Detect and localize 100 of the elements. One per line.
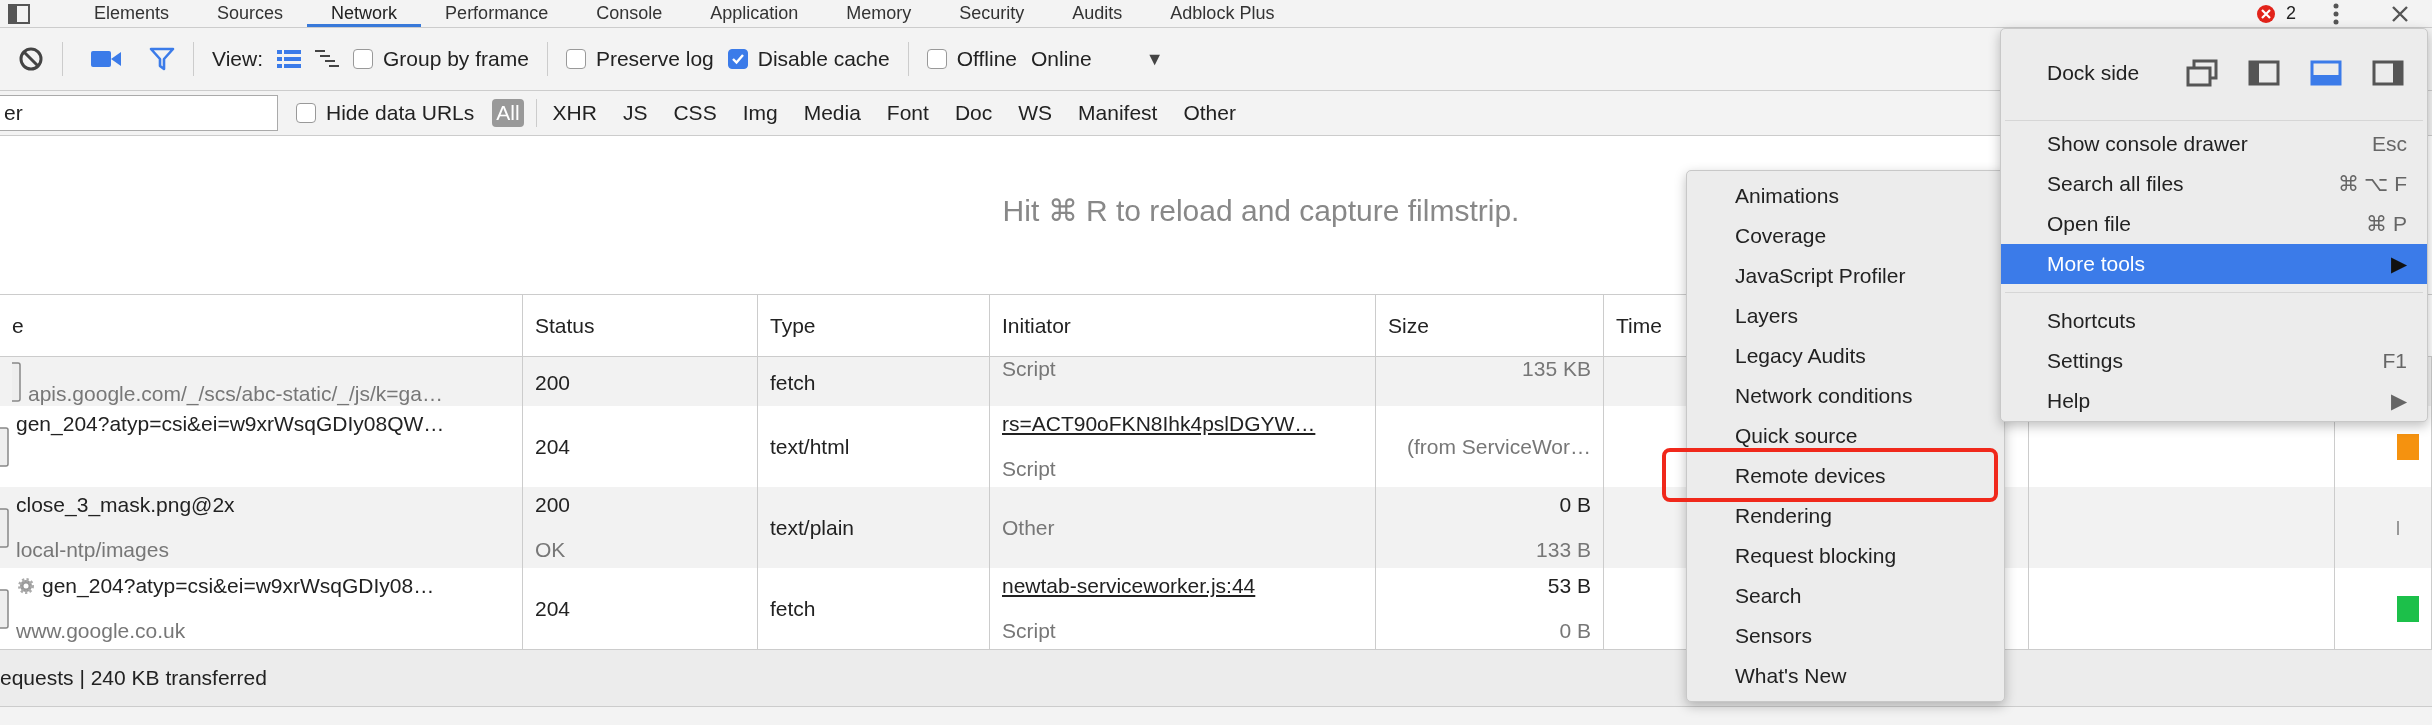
menu-item[interactable]: Remote devices xyxy=(1687,456,2004,496)
request-name[interactable]: gen_204?atyp=csi&ei=w9xrWsqGDIy08… xyxy=(42,574,435,598)
type-filter[interactable]: Img xyxy=(738,99,782,127)
size-text: 53 B xyxy=(1547,574,1591,598)
menu-item[interactable]: Layers xyxy=(1687,296,2004,336)
option-label: Hide data URLs xyxy=(326,101,475,125)
checkbox[interactable] xyxy=(296,103,316,123)
panel-tab[interactable]: Memory xyxy=(822,0,936,27)
type-filter[interactable]: WS xyxy=(1014,99,1057,127)
summary-text: equests | 240 KB transferred xyxy=(0,666,267,690)
menu-item[interactable]: Open file ⌘ P xyxy=(2001,204,2427,244)
file-icon xyxy=(0,426,10,467)
type-filter[interactable]: Font xyxy=(882,99,933,127)
panel-tab[interactable]: Application xyxy=(686,0,823,27)
type-text: text/plain xyxy=(770,515,856,540)
type-filter[interactable]: XHR xyxy=(548,99,601,127)
request-path: local-ntp/images xyxy=(16,538,170,562)
filmstrip-hint: Hit ⌘ R to reload and capture filmstrip. xyxy=(1002,192,1520,228)
panel-tab[interactable]: Sources xyxy=(193,0,308,27)
menu-item[interactable]: What's New xyxy=(1687,656,2004,696)
dock-right-icon[interactable] xyxy=(2371,59,2405,87)
clear-icon[interactable] xyxy=(18,46,44,72)
request-name[interactable]: gen_204?atyp=csi&ei=w9xrWsqGDIy08QW… xyxy=(16,412,445,436)
error-icon[interactable] xyxy=(2256,3,2276,24)
menu-item[interactable]: Rendering xyxy=(1687,496,2004,536)
panel-tab[interactable]: Performance xyxy=(421,0,573,27)
option-label: Disable cache xyxy=(757,47,890,71)
menu-item[interactable]: Animations xyxy=(1687,176,2004,216)
waterfall-view-icon[interactable] xyxy=(315,49,339,69)
column-header[interactable]: Size xyxy=(1388,313,1429,338)
error-count: 2 xyxy=(2286,3,2296,24)
menu-item[interactable]: Show console drawer Esc xyxy=(2001,124,2427,164)
initiator-subtext: Script xyxy=(1002,457,1057,481)
size-subtext: 0 B xyxy=(1559,619,1591,643)
status-text: 204 xyxy=(535,434,572,459)
status-text: 200 xyxy=(535,371,572,395)
size-text: (from ServiceWor… xyxy=(1407,434,1591,459)
column-header[interactable]: Time xyxy=(1616,313,1662,338)
throttling-dropdown[interactable]: Online xyxy=(1031,47,1092,71)
type-text: text/html xyxy=(770,434,851,459)
menu-item[interactable]: JavaScript Profiler xyxy=(1687,256,2004,296)
menu-item[interactable]: Search xyxy=(1687,576,2004,616)
dropdown-arrow[interactable]: ▼ xyxy=(1145,48,1164,70)
menu-item[interactable]: Quick source xyxy=(1687,416,2004,456)
column-header[interactable]: Type xyxy=(770,313,816,338)
more-options-icon[interactable] xyxy=(2332,1,2340,26)
menu-item[interactable]: Settings F1 xyxy=(2001,341,2427,381)
status-text: 200 xyxy=(535,493,572,517)
menu-item[interactable]: Coverage xyxy=(1687,216,2004,256)
menu-item[interactable]: Help ▶ xyxy=(2001,381,2427,421)
camera-icon[interactable] xyxy=(91,49,121,69)
type-filter[interactable]: Manifest xyxy=(1074,99,1162,127)
menu-item[interactable]: Search all files ⌘ ⌥ F xyxy=(2001,164,2427,204)
check-icon xyxy=(730,53,745,65)
timing-tick xyxy=(2397,520,2399,535)
request-path: www.google.co.uk xyxy=(16,619,187,643)
menu-item[interactable]: Request blocking xyxy=(1687,536,2004,576)
type-filter[interactable]: Other xyxy=(1179,99,1240,127)
column-header[interactable]: e xyxy=(12,313,24,338)
list-view-icon[interactable] xyxy=(277,49,301,69)
menu-item[interactable]: Shortcuts xyxy=(2001,301,2427,341)
size-subtext: 135 KB xyxy=(1522,357,1591,381)
menu-item[interactable]: More tools ▶ xyxy=(2001,244,2427,284)
dock-icon[interactable] xyxy=(8,4,30,24)
type-filter[interactable]: JS xyxy=(618,99,652,127)
checkbox[interactable] xyxy=(727,49,748,69)
option-label: Group by frame xyxy=(383,47,529,71)
filter-icon[interactable] xyxy=(149,47,175,71)
column-header[interactable]: Initiator xyxy=(1002,313,1071,338)
checkbox[interactable] xyxy=(926,49,947,69)
request-path: apis.google.com/_/scs/abc-static/_/js/k=ga… xyxy=(28,382,443,406)
panel-tab[interactable]: Console xyxy=(572,0,687,27)
menu-item[interactable]: Sensors xyxy=(1687,616,2004,656)
initiator-link[interactable]: newtab-serviceworker.js:44 xyxy=(1002,574,1363,598)
panel-tab[interactable]: Audits xyxy=(1048,0,1147,27)
size-text: 0 B xyxy=(1559,493,1591,517)
view-label: View: xyxy=(212,47,263,71)
checkbox[interactable] xyxy=(353,49,373,69)
filter-field[interactable]: er xyxy=(0,95,278,131)
type-text: fetch xyxy=(770,371,817,395)
column-header[interactable]: Status xyxy=(535,313,595,338)
panel-tab[interactable]: Security xyxy=(935,0,1049,27)
dock-side-label: Dock side xyxy=(2047,61,2140,85)
type-filter[interactable]: Media xyxy=(799,99,865,127)
type-filter[interactable]: CSS xyxy=(669,99,721,127)
initiator-link[interactable]: rs=ACT90oFKN8Ihk4pslDGYW… xyxy=(1002,412,1363,436)
request-name[interactable]: close_3_mask.png@2x xyxy=(16,493,235,517)
checkbox[interactable] xyxy=(565,49,586,69)
panel-tab[interactable]: Adblock Plus xyxy=(1146,0,1299,27)
menu-item[interactable]: Legacy Audits xyxy=(1687,336,2004,376)
panel-tab[interactable]: Elements xyxy=(70,0,194,27)
size-subtext: 133 B xyxy=(1536,538,1591,562)
dock-left-icon[interactable] xyxy=(2247,59,2281,87)
type-filter[interactable]: Doc xyxy=(950,99,997,127)
option-label: Offline xyxy=(956,47,1017,71)
type-text: fetch xyxy=(770,596,817,621)
dock-undock-icon[interactable] xyxy=(2185,59,2219,87)
menu-item[interactable]: Network conditions xyxy=(1687,376,2004,416)
dock-bottom-icon[interactable] xyxy=(2309,59,2343,87)
close-icon[interactable] xyxy=(2390,3,2410,24)
